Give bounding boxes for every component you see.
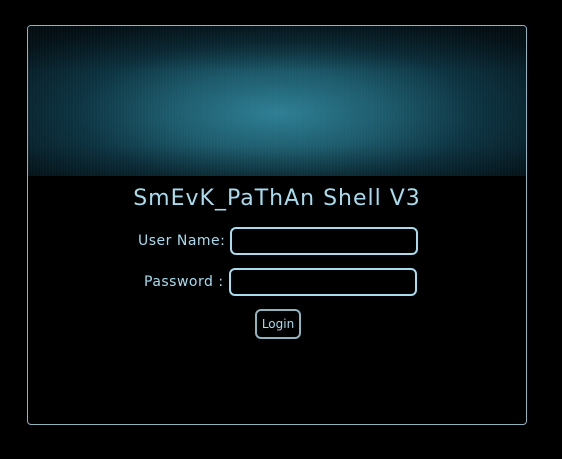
page-title: SmEvK_PaThAn Shell V3	[133, 186, 421, 211]
login-button[interactable]: Login	[255, 309, 301, 339]
password-label: Password :	[144, 274, 224, 290]
password-input[interactable]	[228, 268, 417, 296]
username-label: User Name:	[138, 233, 226, 249]
login-panel: SmEvK_PaThAn Shell V3 User Name: Passwor…	[27, 25, 527, 425]
username-row: User Name:	[138, 226, 419, 256]
username-input[interactable]	[230, 227, 419, 255]
password-row: Password :	[144, 267, 417, 297]
header-banner-image	[28, 26, 526, 176]
